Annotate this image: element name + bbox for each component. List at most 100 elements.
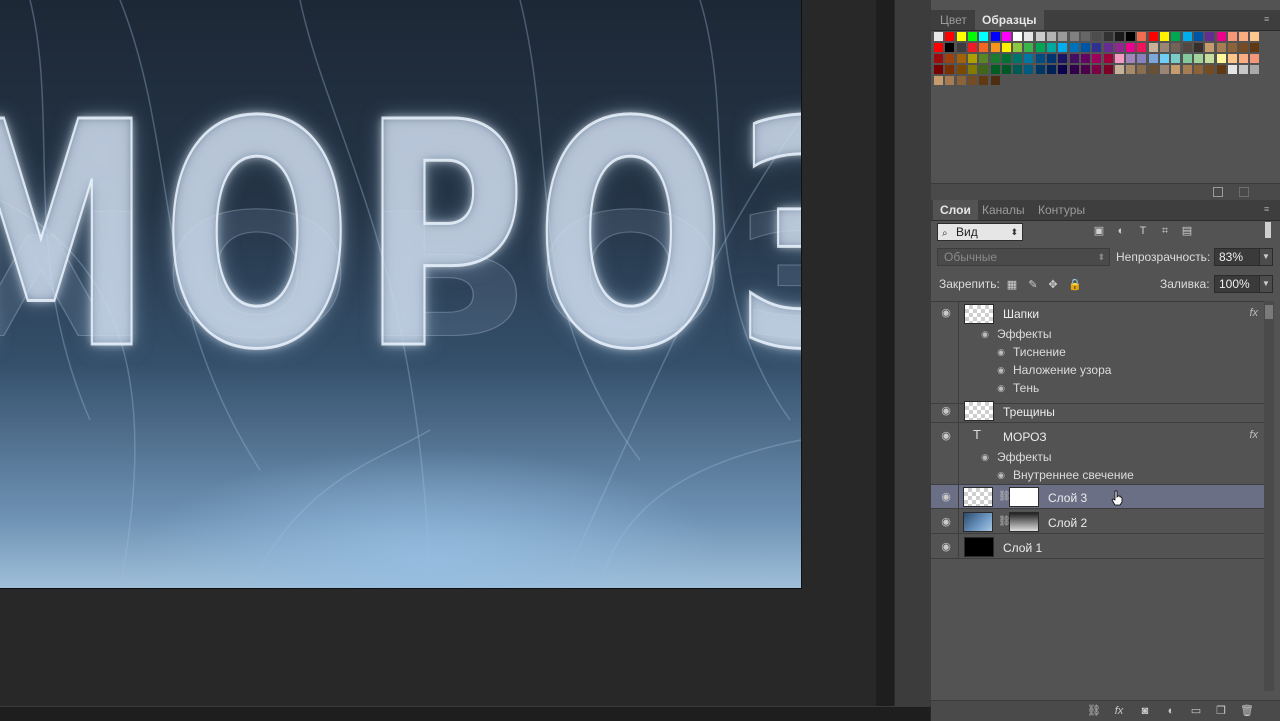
layer-row-moroz[interactable]: ◉ T МОРОЗ fx ◉ Эффекты ◉ Внутреннее свеч…: [931, 423, 1264, 485]
swatch[interactable]: [1160, 54, 1169, 63]
fx-icon[interactable]: fx: [1249, 429, 1258, 441]
new-group-icon[interactable]: ▭: [1190, 705, 1202, 717]
swatch[interactable]: [1193, 65, 1203, 74]
swatch[interactable]: [945, 65, 955, 74]
swatch[interactable]: [1171, 54, 1181, 63]
swatch[interactable]: [1114, 32, 1124, 41]
swatch[interactable]: [1092, 32, 1102, 41]
eye-icon[interactable]: ◉: [939, 542, 953, 553]
swatch[interactable]: [945, 43, 955, 52]
swatch[interactable]: [979, 76, 989, 85]
swatch[interactable]: [1069, 32, 1079, 41]
link-layers-icon[interactable]: ⛓: [1087, 705, 1101, 717]
swatch[interactable]: [1013, 43, 1023, 52]
swatch[interactable]: [1114, 54, 1124, 63]
swatch[interactable]: [934, 43, 943, 52]
swatch[interactable]: [1035, 32, 1045, 41]
swatch[interactable]: [1013, 32, 1023, 41]
adjustment-layer-icon[interactable]: ◐: [1165, 705, 1177, 717]
swatch[interactable]: [1171, 65, 1181, 74]
layer-name[interactable]: Слой 1: [1003, 541, 1042, 555]
swatch[interactable]: [1080, 65, 1090, 74]
swatch[interactable]: [1193, 32, 1203, 41]
swatch[interactable]: [1239, 65, 1249, 74]
swatch[interactable]: [1080, 32, 1090, 41]
tab-color[interactable]: Цвет: [933, 10, 974, 30]
eye-icon[interactable]: ◉: [979, 453, 991, 462]
lock-brush-icon[interactable]: ✎: [1027, 279, 1039, 291]
swatch[interactable]: [1001, 65, 1011, 74]
swatch[interactable]: [1126, 32, 1136, 41]
swatch[interactable]: [1137, 65, 1147, 74]
blend-mode-select[interactable]: Обычные ⬍: [937, 248, 1110, 266]
swatch[interactable]: [1250, 54, 1260, 63]
swatch[interactable]: [1047, 65, 1056, 74]
swatch-grid[interactable]: [931, 30, 1280, 190]
swatch[interactable]: [1035, 65, 1045, 74]
eye-icon[interactable]: ◉: [939, 406, 953, 417]
swatch[interactable]: [1239, 54, 1249, 63]
swatch[interactable]: [1092, 43, 1102, 52]
layer-row-shapki[interactable]: ◉ Шапки fx ◉ Эффекты ◉ Тиснение ◉ Наложе…: [931, 302, 1264, 404]
eye-icon[interactable]: ◉: [939, 431, 953, 442]
panel-menu-icon[interactable]: ≡: [1264, 204, 1274, 214]
panel-menu-icon[interactable]: ≡: [1264, 14, 1274, 24]
swatch[interactable]: [1160, 32, 1169, 41]
swatch[interactable]: [979, 65, 989, 74]
swatch[interactable]: [1148, 32, 1158, 41]
eye-icon[interactable]: ◉: [995, 384, 1007, 393]
tab-channels[interactable]: Каналы: [975, 200, 1032, 220]
layer-mask-thumbnail[interactable]: [1009, 487, 1039, 507]
swatch[interactable]: [1182, 54, 1192, 63]
swatch[interactable]: [1148, 54, 1158, 63]
layer-row-sloy-2[interactable]: ◉ ⛓ Слой 2: [931, 509, 1264, 534]
layer-row-sloy-3[interactable]: ◉ ⛓ Слой 3: [931, 485, 1264, 509]
swatch[interactable]: [1205, 43, 1215, 52]
swatch[interactable]: [1227, 54, 1237, 63]
swatch[interactable]: [1103, 43, 1113, 52]
swatch[interactable]: [967, 32, 977, 41]
swatch[interactable]: [1182, 65, 1192, 74]
filter-toggle[interactable]: [1265, 222, 1271, 238]
swatch[interactable]: [1126, 54, 1136, 63]
swatch[interactable]: [1069, 43, 1079, 52]
swatch[interactable]: [1035, 54, 1045, 63]
tab-swatches[interactable]: Образцы: [975, 10, 1044, 30]
swatch[interactable]: [967, 65, 977, 74]
swatch[interactable]: [1103, 32, 1113, 41]
swatch[interactable]: [956, 54, 966, 63]
new-swatch-icon[interactable]: [1213, 187, 1223, 197]
swatch[interactable]: [1013, 54, 1023, 63]
swatch[interactable]: [1058, 54, 1068, 63]
swatch[interactable]: [1058, 43, 1068, 52]
new-layer-icon[interactable]: ❐: [1215, 705, 1227, 717]
swatch[interactable]: [1047, 32, 1056, 41]
kind-filter-select[interactable]: ⌕ Вид ⬍: [937, 223, 1023, 241]
eye-icon[interactable]: ◉: [995, 366, 1007, 375]
swatch[interactable]: [934, 54, 943, 63]
swatch[interactable]: [1216, 54, 1226, 63]
swatch[interactable]: [934, 76, 943, 85]
lock-transparency-icon[interactable]: ▦: [1006, 279, 1018, 291]
swatch[interactable]: [1250, 32, 1260, 41]
swatch[interactable]: [1160, 43, 1169, 52]
effects-label[interactable]: Эффекты: [997, 450, 1052, 464]
swatch[interactable]: [1092, 65, 1102, 74]
layer-name[interactable]: Трещины: [1003, 405, 1055, 419]
swatch[interactable]: [1035, 43, 1045, 52]
layer-name[interactable]: МОРОЗ: [1003, 430, 1047, 444]
trash-icon[interactable]: 🗑: [1240, 705, 1254, 717]
eye-icon[interactable]: ◉: [939, 308, 953, 319]
effects-label[interactable]: Эффекты: [997, 327, 1052, 341]
swatch[interactable]: [1137, 32, 1147, 41]
swatch[interactable]: [1047, 54, 1056, 63]
swatch[interactable]: [956, 43, 966, 52]
eye-icon[interactable]: ◉: [979, 330, 991, 339]
swatch[interactable]: [1024, 32, 1034, 41]
swatch[interactable]: [1171, 43, 1181, 52]
layer-row-sloy-1[interactable]: ◉ Слой 1: [931, 534, 1264, 559]
swatch[interactable]: [1227, 43, 1237, 52]
swatch[interactable]: [1216, 65, 1226, 74]
add-mask-icon[interactable]: ◙: [1139, 705, 1151, 717]
swatch[interactable]: [934, 32, 943, 41]
